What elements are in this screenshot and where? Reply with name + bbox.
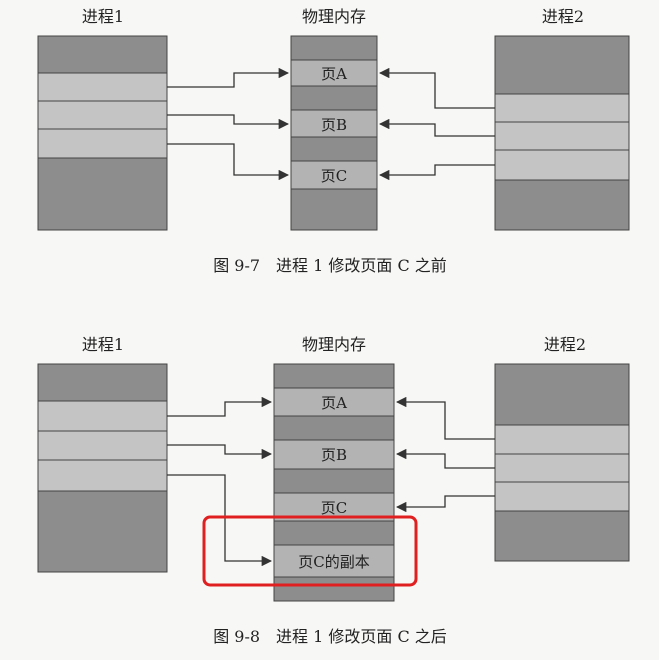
page-c-label: 页C [321,167,347,185]
diagram-after: 进程1 物理内存 进程2 页A 页B 页C 页C的副本 图 9-8 进程 1 修… [37,335,630,646]
page-a-label-2: 页A [321,394,347,412]
arrow-p1-page-a-2 [167,396,273,417]
memory-label-2: 物理内存 [302,335,366,354]
arrow-p2-page-a [378,67,495,109]
diagram-canvas: 进程1 物理内存 进程2 页A 页B 页C 图 9-7 进程 1 修改页面 C … [37,7,630,646]
arrow-p2-page-c-2 [395,495,495,513]
page-c-copy-label: 页C的副本 [298,553,369,571]
page-c-label-2: 页C [321,499,347,517]
process1-block-2 [37,363,168,573]
page-b-label: 页B [321,116,347,134]
memory-label: 物理内存 [302,7,366,26]
process2-label-2: 进程2 [544,335,586,354]
process1-label: 进程1 [82,7,124,26]
process1-arrows-2 [167,396,273,567]
process1-arrows [167,67,290,181]
arrow-p1-page-c [167,143,290,181]
arrow-p2-page-a-2 [395,396,495,440]
arrow-p1-page-a [167,67,290,88]
process2-label: 进程2 [542,7,584,26]
process2-arrows-2 [395,396,495,513]
page-b-label-2: 页B [321,446,347,464]
arrow-p2-page-b [378,118,495,137]
process2-block-2 [494,363,630,562]
process2-arrows [378,67,495,181]
arrow-p2-page-c [378,164,495,181]
page-a-label: 页A [321,65,347,83]
process1-block [37,35,168,231]
diagram-before: 进程1 物理内存 进程2 页A 页B 页C 图 9-7 进程 1 修改页面 C … [37,7,630,275]
process2-block [494,35,630,231]
process1-label-2: 进程1 [82,335,124,354]
caption-after: 图 9-8 进程 1 修改页面 C 之后 [213,627,447,646]
arrow-p1-page-b [167,114,290,130]
arrow-p1-page-b-2 [167,444,273,460]
caption-before: 图 9-7 进程 1 修改页面 C 之前 [213,256,447,275]
arrow-p2-page-b-2 [395,448,495,469]
